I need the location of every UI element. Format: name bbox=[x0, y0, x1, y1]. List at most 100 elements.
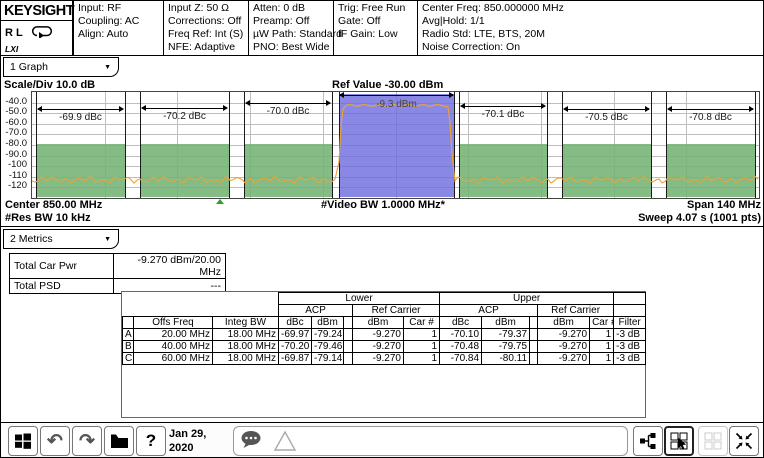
acp-table-row-B: B40.00 MHz18.00 MHz-70.20-79.46-9.2701-7… bbox=[123, 341, 646, 353]
acp-results-table: Lower Upper ACP Ref Carrier ACP Ref Carr… bbox=[122, 292, 646, 365]
measurement-span-arrow bbox=[38, 109, 123, 110]
dbc-header: dBc bbox=[440, 317, 482, 329]
cell-id: B bbox=[123, 341, 134, 353]
file-explorer-button[interactable] bbox=[104, 426, 134, 456]
metrics-view-dropdown-label: 2 Metrics bbox=[10, 233, 53, 245]
cell-upper-dbm: -80.11 bbox=[482, 353, 530, 365]
cell-upper-dbm: -79.75 bbox=[482, 341, 530, 353]
measurement-span-arrow bbox=[461, 106, 545, 107]
spacer-cell bbox=[344, 341, 353, 353]
cell-upper-car: 1 bbox=[590, 329, 614, 341]
cell-upper-ref-dbm: -9.270 bbox=[538, 353, 590, 365]
car-num-header: Car # bbox=[590, 317, 614, 329]
carrier-power-label: -9.3 dBm bbox=[339, 99, 454, 110]
cell-integ-bw: 18.00 MHz bbox=[213, 341, 279, 353]
header-info-line: Noise Correction: On bbox=[422, 41, 764, 54]
cell-lower-dbm: -79.14 bbox=[312, 353, 344, 365]
spacer-cell bbox=[123, 317, 134, 329]
windows-start-button[interactable] bbox=[8, 426, 38, 456]
total-car-pwr-value: -9.270 dBm/20.00 MHz bbox=[114, 254, 226, 279]
acp-dbc-label: -69.9 dBc bbox=[36, 112, 125, 123]
y-axis-tick-label: -60.0 bbox=[1, 118, 27, 128]
grid-view-button bbox=[698, 426, 728, 456]
graph-window: 1 Graph ▼ Scale/Div 10.0 dB Ref Value -3… bbox=[1, 56, 764, 227]
sweep-loop-icon bbox=[31, 25, 53, 41]
header-info-line: Atten: 0 dB bbox=[253, 2, 333, 15]
window-layout-button[interactable] bbox=[633, 426, 663, 456]
date-text: Jan 29, 2020 bbox=[169, 427, 231, 455]
acp-dbc-label: -70.5 dBc bbox=[562, 112, 651, 123]
collapse-arrows-icon bbox=[735, 432, 753, 450]
ref-value-label: Ref Value -30.00 dBm bbox=[332, 79, 443, 91]
total-psd-label: Total PSD bbox=[10, 279, 114, 294]
grid-icon bbox=[704, 432, 723, 451]
cell-integ-bw: 18.00 MHz bbox=[213, 353, 279, 365]
redo-button[interactable]: ↷ bbox=[72, 426, 102, 456]
span-label: Span 140 MHz bbox=[687, 199, 761, 211]
carrier-span-arrow bbox=[340, 95, 453, 96]
cell-lower-dbc: -69.87 bbox=[279, 353, 312, 365]
undo-button[interactable]: ↶ bbox=[40, 426, 70, 456]
date-time-display: Jan 29, 2020 11:12:53 PM bbox=[169, 427, 231, 458]
header-info-line: IF Gain: Low bbox=[338, 28, 417, 41]
cell-upper-dbm: -79.37 bbox=[482, 329, 530, 341]
cell-filter: -3 dB bbox=[614, 341, 646, 353]
header-info-line: Input: RF bbox=[78, 2, 163, 15]
cell-filter: -3 dB bbox=[614, 329, 646, 341]
spacer-cell bbox=[123, 305, 279, 317]
y-axis-tick-label: -80.0 bbox=[1, 139, 27, 149]
window-select-button[interactable] bbox=[664, 426, 694, 456]
car-num-header: Car # bbox=[404, 317, 440, 329]
spectrum-graph-canvas[interactable]: -69.9 dBc-70.2 dBc-70.0 dBc-70.1 dBc-70.… bbox=[31, 91, 760, 199]
chevron-down-icon: ▼ bbox=[104, 236, 111, 243]
graph-view-dropdown[interactable]: 1 Graph ▼ bbox=[3, 57, 119, 77]
dbc-header: dBc bbox=[279, 317, 312, 329]
group-header-row: Lower Upper bbox=[123, 293, 646, 305]
cell-id: A bbox=[123, 329, 134, 341]
metrics-view-dropdown[interactable]: 2 Metrics ▼ bbox=[3, 229, 119, 249]
video-bw-label: #Video BW 1.0000 MHz* bbox=[321, 199, 445, 211]
cell-lower-dbm: -79.46 bbox=[312, 341, 344, 353]
cell-integ-bw: 18.00 MHz bbox=[213, 329, 279, 341]
bottom-toolbar: ↶ ↷ ? Jan 29, 2020 11:12:53 PM bbox=[1, 422, 764, 458]
sub-header-row: ACP Ref Carrier ACP Ref Carrier bbox=[123, 305, 646, 317]
cell-lower-ref-dbm: -9.270 bbox=[353, 341, 404, 353]
cell-offs-freq: 60.00 MHz bbox=[134, 353, 213, 365]
header-info-line: Gate: Off bbox=[338, 15, 417, 28]
header-info-line: Corrections: Off bbox=[168, 15, 248, 28]
acp-dbc-label: -70.2 dBc bbox=[140, 111, 229, 122]
chevron-down-icon: ▼ bbox=[104, 64, 111, 71]
cell-upper-ref-dbm: -9.270 bbox=[538, 329, 590, 341]
collapse-fullscreen-button[interactable] bbox=[729, 426, 759, 456]
header-info-column-1: Input: RFCoupling: ACAlign: Auto bbox=[73, 1, 163, 56]
spacer-cell bbox=[344, 353, 353, 365]
status-header: KEYSIGHT R L LXI Input: RFCoupling: ACAl… bbox=[1, 1, 764, 56]
dbm-header: dBm bbox=[482, 317, 530, 329]
y-axis-tick-label: -100 bbox=[1, 160, 27, 170]
help-icon: ? bbox=[146, 431, 156, 451]
cell-lower-car: 1 bbox=[404, 353, 440, 365]
lower-group-header: Lower bbox=[279, 293, 440, 305]
header-info-column-4: Trig: Free RunGate: OffIF Gain: Low bbox=[333, 1, 417, 56]
logo-box: KEYSIGHT R L LXI bbox=[1, 1, 73, 56]
message-status-bar[interactable] bbox=[233, 426, 628, 456]
header-info-line: Trig: Free Run bbox=[338, 2, 417, 15]
message-bubble-icon bbox=[240, 430, 267, 452]
y-axis-tick-label: -70.0 bbox=[1, 128, 27, 138]
lower-acp-header: ACP bbox=[279, 305, 353, 317]
acp-table-row-A: A20.00 MHz18.00 MHz-69.97-79.24-9.2701-7… bbox=[123, 329, 646, 341]
integ-bw-header: Integ BW bbox=[213, 317, 279, 329]
res-bw-label: #Res BW 10 kHz bbox=[5, 212, 91, 224]
header-info-line: Avg|Hold: 1/1 bbox=[422, 15, 764, 28]
help-button[interactable]: ? bbox=[136, 426, 166, 456]
header-info-line: Center Freq: 850.000000 MHz bbox=[422, 2, 764, 15]
y-axis-tick-label: -40.0 bbox=[1, 97, 27, 107]
lower-ref-carrier-header: Ref Carrier bbox=[353, 305, 440, 317]
sweep-label: Sweep 4.07 s (1001 pts) bbox=[638, 212, 761, 224]
measurement-span-arrow bbox=[668, 109, 753, 110]
instrument-screen: KEYSIGHT R L LXI Input: RFCoupling: ACAl… bbox=[0, 0, 764, 458]
header-info-line: Freq Ref: Int (S) bbox=[168, 28, 248, 41]
y-axis-tick-label: -90.0 bbox=[1, 150, 27, 160]
cell-lower-car: 1 bbox=[404, 329, 440, 341]
header-info-line: Coupling: AC bbox=[78, 15, 163, 28]
